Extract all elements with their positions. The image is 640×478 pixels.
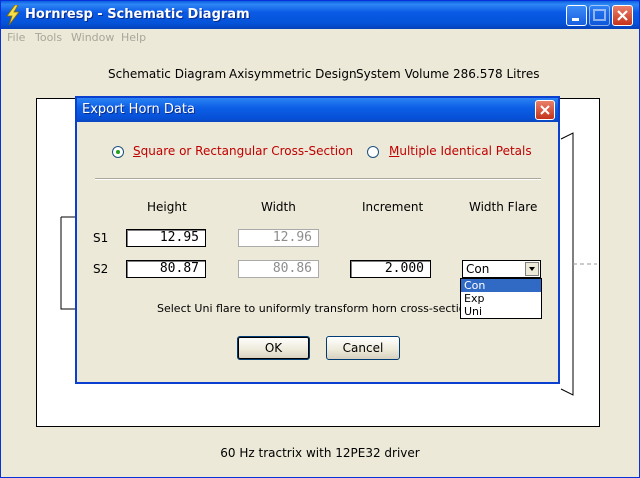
menu-bar: File Tools Window Help: [1, 29, 639, 47]
col-width-flare: Width Flare: [469, 200, 538, 214]
header-design: Axisymmetric Design: [229, 67, 357, 81]
row-label-s2: S2: [93, 262, 109, 276]
header-label: Schematic Diagram: [108, 67, 227, 81]
menu-file[interactable]: File: [7, 31, 25, 44]
s1-width-field: 12.96: [238, 229, 319, 247]
close-button[interactable]: [612, 5, 633, 26]
ok-button[interactable]: OK: [237, 336, 310, 360]
dialog-title-bar[interactable]: Export Horn Data: [77, 98, 558, 122]
divider: [95, 178, 541, 180]
s1-height-field[interactable]: 12.95: [126, 229, 206, 247]
col-width: Width: [261, 200, 296, 214]
col-increment: Increment: [362, 200, 424, 214]
footer-caption: 60 Hz tractrix with 12PE32 driver: [220, 446, 420, 460]
menu-help[interactable]: Help: [121, 31, 146, 44]
radio-multiple-petals[interactable]: [367, 146, 379, 158]
col-height: Height: [147, 200, 187, 214]
menu-tools[interactable]: Tools: [35, 31, 62, 44]
row-label-s1: S1: [93, 231, 109, 245]
radio-petals-text: ultiple Identical Petals: [399, 144, 532, 158]
close-icon: [540, 105, 550, 115]
minimize-button[interactable]: [566, 5, 587, 26]
title-bar[interactable]: Hornresp - Schematic Diagram: [1, 1, 639, 29]
radio-square-section[interactable]: [112, 146, 124, 158]
radio-petals-mnemonic: M: [389, 144, 400, 158]
dropdown-option-uni[interactable]: Uni: [461, 305, 541, 318]
radio-square-label[interactable]: Square or Rectangular Cross-Section: [133, 144, 353, 158]
radio-selected-dot: [116, 150, 120, 154]
dropdown-option-exp[interactable]: Exp: [461, 292, 541, 305]
radio-square-text: quare or Rectangular Cross-Section: [140, 144, 354, 158]
maximize-icon: [593, 9, 606, 21]
dialog-title: Export Horn Data: [82, 102, 195, 117]
width-flare-select[interactable]: Con: [462, 260, 541, 278]
header-volume: System Volume 286.578 Litres: [356, 67, 540, 81]
s2-increment-field[interactable]: 2.000: [350, 260, 431, 278]
dialog-close-button[interactable]: [535, 100, 555, 120]
width-flare-value: Con: [466, 262, 490, 276]
menu-window[interactable]: Window: [71, 31, 114, 44]
radio-square-mnemonic: S: [133, 144, 141, 158]
export-horn-data-dialog: Export Horn Data Square or Rectangular C…: [75, 96, 560, 384]
s2-width-field: 80.86: [238, 260, 319, 278]
maximize-button: [589, 5, 610, 26]
radio-petals-label[interactable]: Multiple Identical Petals: [389, 144, 532, 158]
dropdown-option-con[interactable]: Con: [461, 279, 541, 292]
minimize-icon: [572, 18, 579, 21]
window-title: Hornresp - Schematic Diagram: [25, 7, 250, 22]
width-flare-dropdown: Con Exp Uni: [460, 278, 542, 319]
cancel-button[interactable]: Cancel: [326, 336, 400, 360]
s2-height-field[interactable]: 80.87: [126, 260, 206, 278]
lightning-icon: [6, 5, 20, 25]
chevron-down-icon[interactable]: [525, 262, 539, 276]
close-icon: [617, 10, 628, 21]
